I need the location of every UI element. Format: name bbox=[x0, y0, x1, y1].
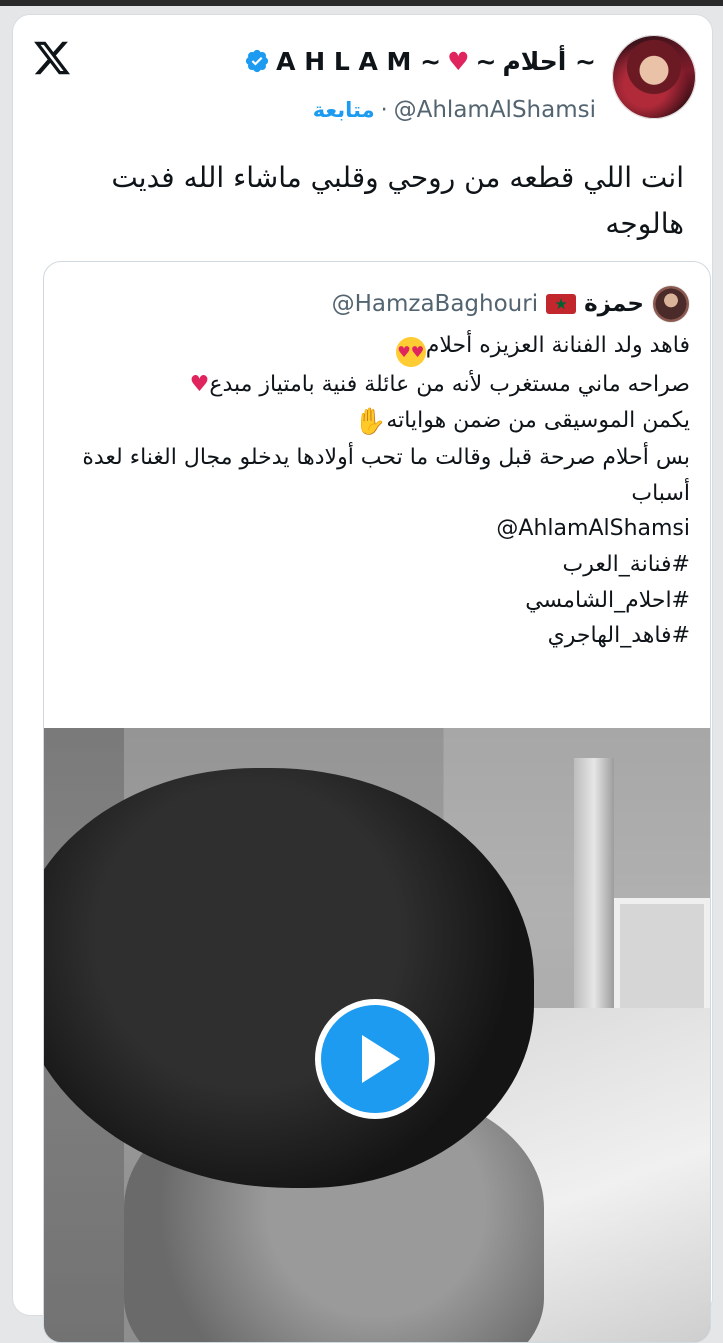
video-player[interactable] bbox=[44, 728, 710, 1342]
quoted-line-3-text: يكمن الموسيقى من ضمن هواياته bbox=[386, 407, 690, 433]
clapping-hands-emoji-icon: ✋ bbox=[353, 406, 387, 437]
quoted-text: فاهد ولد الفنانة العزيزه أحلام♥♥ صراحه م… bbox=[64, 328, 690, 654]
author-handle[interactable]: @AhlamAlShamsi bbox=[394, 97, 596, 123]
top-edge bbox=[0, 0, 723, 6]
author-name-row[interactable]: A H L A M ~ ♥ ~ أحلام ~ bbox=[244, 41, 596, 81]
author-display-name: A H L A M ~ bbox=[276, 46, 442, 76]
verified-badge-icon bbox=[246, 49, 269, 73]
author-tilde: ~ bbox=[475, 46, 497, 76]
hashtag-3[interactable]: #فاهد_الهاجري bbox=[64, 618, 690, 654]
quoted-line-4: بس أحلام صرحة قبل وقالت ما تحب أولادها ي… bbox=[82, 445, 690, 506]
tweet-text: انت اللي قطعه من روحي وقلبي ماشاء الله ف… bbox=[111, 161, 684, 240]
quoted-avatar[interactable] bbox=[652, 285, 690, 323]
separator-dot: · bbox=[380, 97, 388, 123]
author-handle-row: متابعة · @AhlamAlShamsi bbox=[313, 93, 596, 127]
follow-button[interactable]: متابعة bbox=[313, 98, 375, 122]
quoted-line-2-text: صراحه ماني مستغرب لأنه من عائلة فنية بام… bbox=[209, 372, 690, 397]
quoted-handle: @HamzaBaghouri bbox=[331, 291, 539, 317]
tweet-card[interactable]: A H L A M ~ ♥ ~ أحلام ~ متابعة · @AhlamA… bbox=[12, 14, 713, 1343]
hashtag-2[interactable]: #احلام_الشامسي bbox=[64, 583, 690, 619]
quoted-line-1-text: فاهد ولد الفنانة العزيزه أحلام bbox=[425, 333, 690, 358]
red-heart-emoji-icon: ♥ bbox=[189, 372, 210, 397]
quoted-line-1: فاهد ولد الفنانة العزيزه أحلام♥♥ bbox=[64, 328, 690, 367]
hashtag-1[interactable]: #فنانة_العرب bbox=[64, 547, 691, 583]
heart-icon: ♥ bbox=[447, 46, 470, 76]
heart-eyes-emoji-icon: ♥♥ bbox=[395, 337, 426, 367]
author-avatar[interactable] bbox=[612, 35, 696, 119]
quoted-author-row[interactable]: حمزة ★ @HamzaBaghouri bbox=[332, 284, 690, 324]
x-logo-icon[interactable] bbox=[32, 38, 72, 78]
quoted-mention[interactable]: @AhlamAlShamsi bbox=[64, 511, 690, 547]
quoted-line-3: يكمن الموسيقى من ضمن هواياته✋ bbox=[64, 403, 690, 441]
quoted-name: حمزة bbox=[584, 291, 644, 317]
play-icon[interactable] bbox=[315, 999, 435, 1119]
author-display-name-ar: أحلام ~ bbox=[502, 46, 596, 76]
quoted-line-2: صراحه ماني مستغرب لأنه من عائلة فنية بام… bbox=[64, 367, 690, 403]
morocco-flag-icon: ★ bbox=[546, 294, 577, 314]
quoted-tweet[interactable]: حمزة ★ @HamzaBaghouri فاهد ولد الفنانة ا… bbox=[43, 261, 711, 1343]
